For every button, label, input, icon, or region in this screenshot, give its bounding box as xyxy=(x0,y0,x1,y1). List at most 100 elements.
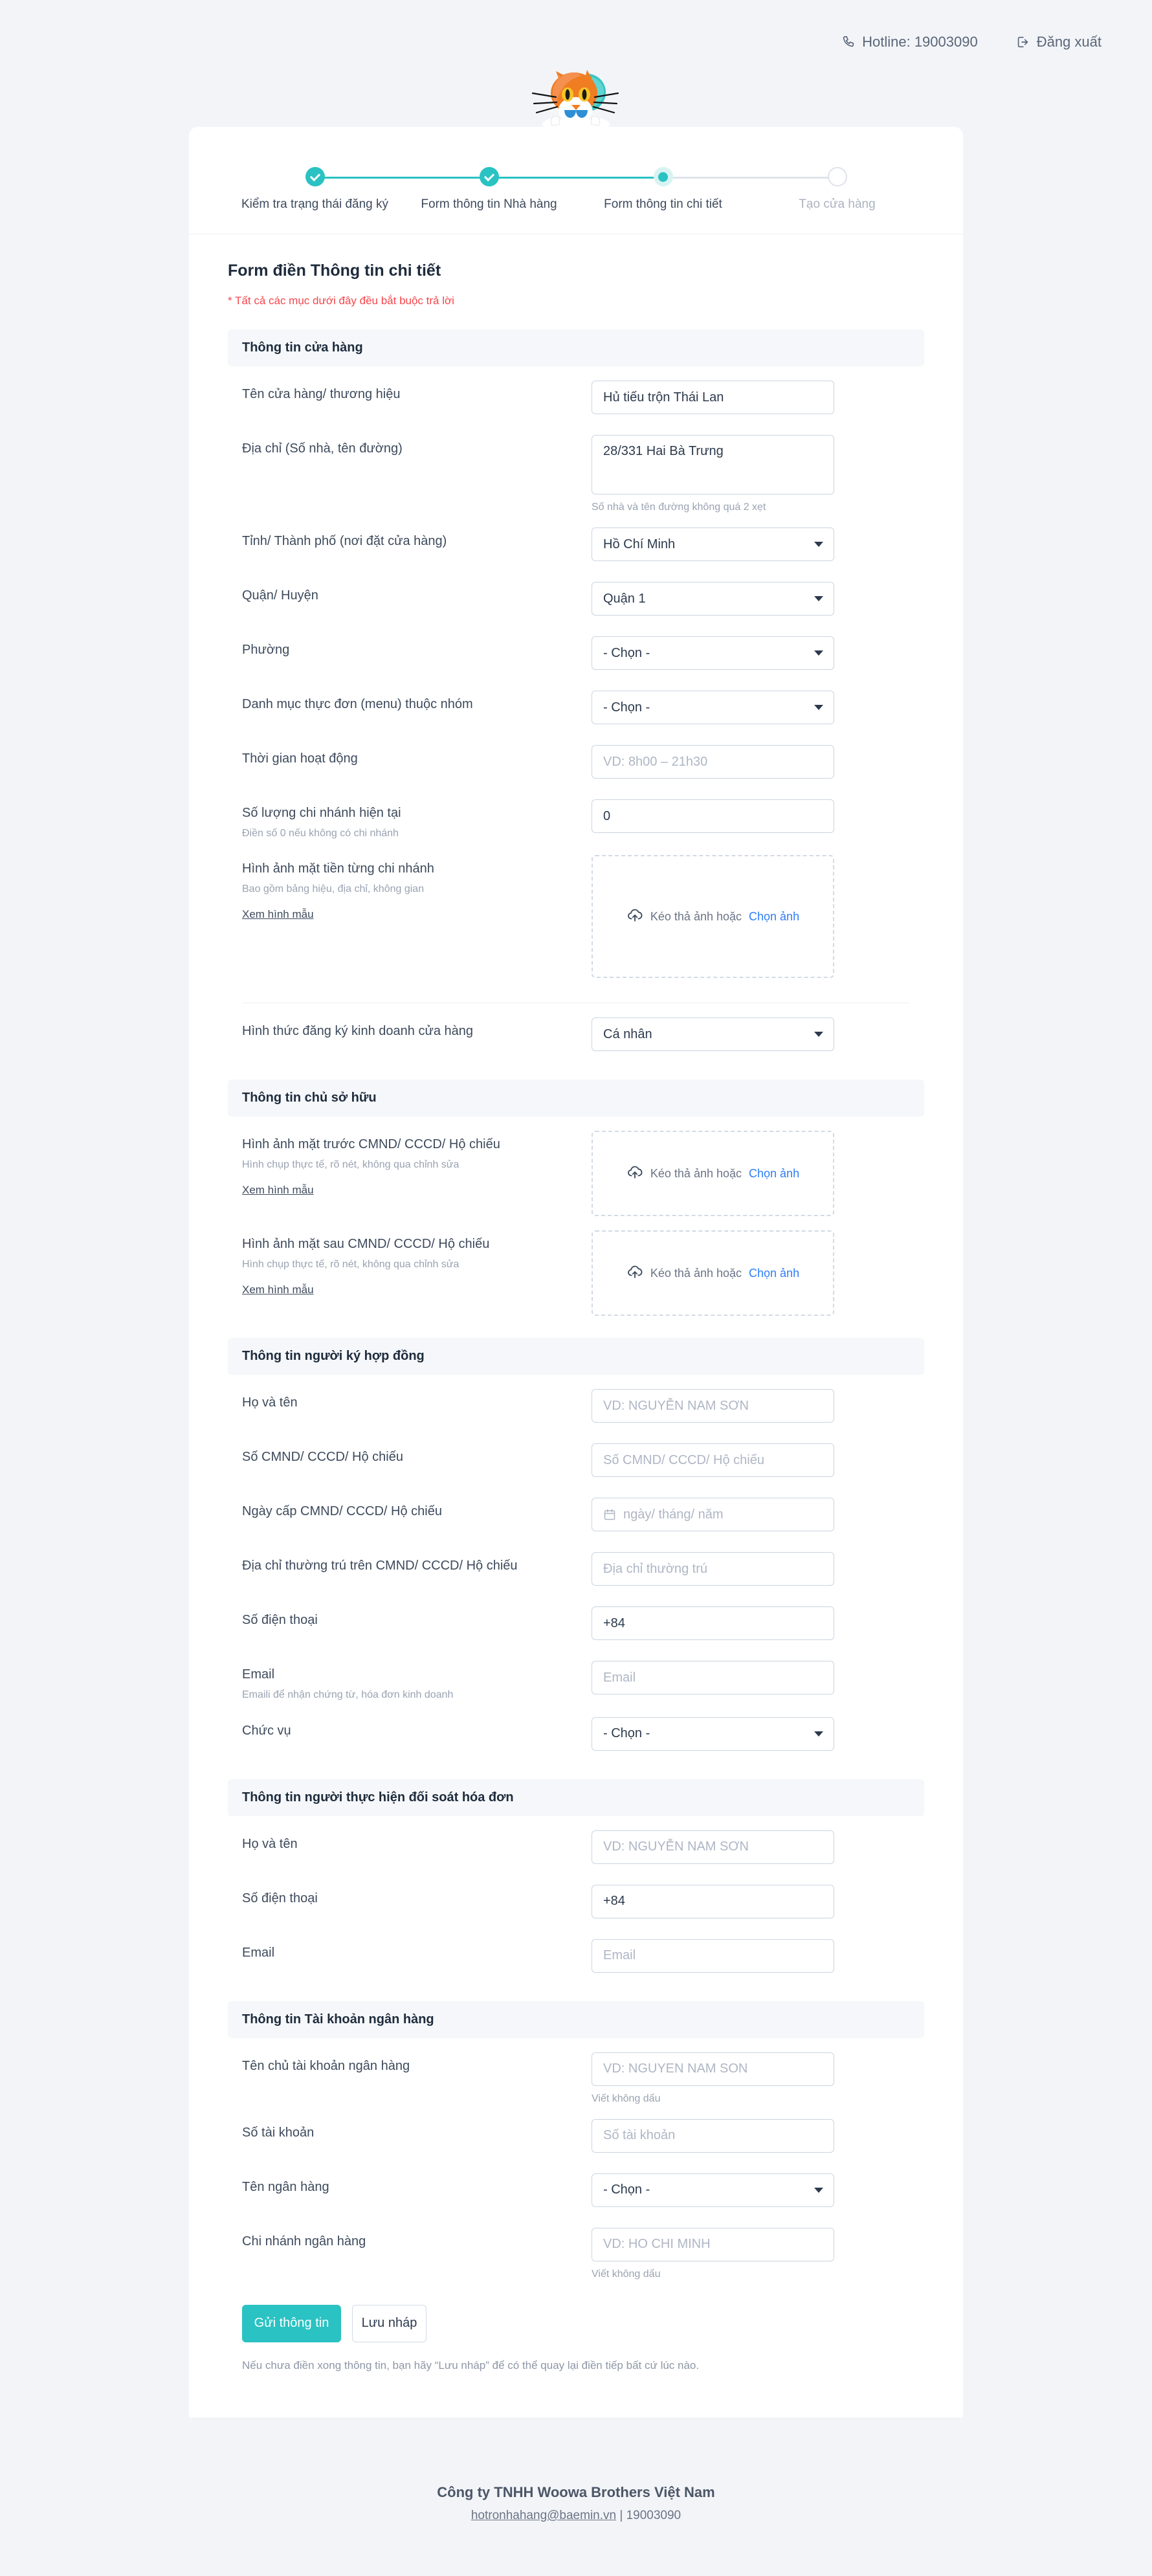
field-label-wrap: Hình ảnh mặt sau CMND/ CCCD/ Hộ chiếu Hì… xyxy=(242,1230,592,1296)
stepper-steps: Kiểm tra trạng thái đăng ký Form thông t… xyxy=(228,167,924,212)
field-row-bank-name: Tên ngân hàng - Chọn - xyxy=(228,2159,924,2214)
stepper-step-4[interactable]: Tạo cửa hàng xyxy=(750,167,924,212)
input-value: Hủ tiếu trộn Thái Lan xyxy=(603,390,724,405)
step-label: Tạo cửa hàng xyxy=(799,197,876,211)
field-label-wrap: Email Emaili để nhận chứng từ, hóa đơn k… xyxy=(242,1661,592,1702)
section-heading-bank: Thông tin Tài khoản ngân hàng xyxy=(228,2001,924,2038)
field-label-wrap: Địa chỉ (Số nhà, tên đường) xyxy=(242,435,592,458)
cloud-upload-icon xyxy=(626,1263,643,1283)
field-label: Số điện thoại xyxy=(242,1891,318,1905)
choose-image-link[interactable]: Chọn ảnh xyxy=(749,1267,799,1280)
field-label: Số lượng chi nhánh hiện tại xyxy=(242,806,401,820)
field-label: Tỉnh/ Thành phố (nơi đặt cửa hàng) xyxy=(242,534,447,548)
stepper-line-2-3 xyxy=(489,177,663,179)
field-control-wrap: +84 xyxy=(592,1606,834,1641)
account-holder-hint: Viết không dấu xyxy=(592,2093,661,2104)
ward-select[interactable]: - Chọn - xyxy=(592,636,834,670)
store-name-input[interactable]: Hủ tiếu trộn Thái Lan xyxy=(592,381,834,414)
bank-branch-input[interactable]: VD: HO CHI MINH xyxy=(592,2227,834,2261)
field-label: Quận/ Huyện xyxy=(242,588,318,603)
select-value: Quận 1 xyxy=(603,591,646,606)
address-hint: Số nhà và tên đường không quá 2 xẹt xyxy=(592,502,766,513)
signer-id-issue-date-input[interactable]: ngày/ tháng/ năm xyxy=(592,1498,834,1532)
input-placeholder: Số CMND/ CCCD/ Hộ chiếu xyxy=(603,1452,764,1467)
field-label-wrap: Tên cửa hàng/ thương hiệu xyxy=(242,381,592,403)
account-holder-input[interactable]: VD: NGUYEN NAM SON xyxy=(592,2052,834,2086)
stepper-step-3[interactable]: Form thông tin chi tiết xyxy=(576,167,750,212)
choose-image-link[interactable]: Chọn ảnh xyxy=(749,1167,799,1181)
business-type-select[interactable]: Cá nhân xyxy=(592,1017,834,1052)
phone-icon xyxy=(841,35,855,49)
field-label: Hình ảnh mặt trước CMND/ CCCD/ Hộ chiếu xyxy=(242,1137,500,1152)
bank-branch-hint: Viết không dấu xyxy=(592,2268,661,2280)
field-row-bank-branch: Chi nhánh ngân hàng VD: HO CHI MINH Viết… xyxy=(228,2214,924,2280)
chevron-down-icon xyxy=(814,2187,823,2193)
logout-item[interactable]: Đăng xuất xyxy=(1015,34,1102,50)
storefront-photo-uploader[interactable]: Kéo thả ảnh hoặc Chọn ảnh xyxy=(592,855,834,979)
field-control-wrap: VD: NGUYEN NAM SON Viết không dấu xyxy=(592,2052,834,2105)
field-row-recon-email: Email Email xyxy=(228,1925,924,1979)
signer-name-input[interactable]: VD: NGUYỄN NAM SƠN xyxy=(592,1389,834,1423)
recon-name-input[interactable]: VD: NGUYỄN NAM SƠN xyxy=(592,1830,834,1864)
stepper-step-2[interactable]: Form thông tin Nhà hàng xyxy=(402,167,576,212)
hotline-item[interactable]: Hotline: 19003090 xyxy=(841,34,978,50)
input-placeholder: VD: HO CHI MINH xyxy=(603,2237,711,2252)
input-placeholder: VD: 8h00 – 21h30 xyxy=(603,754,708,769)
field-row-menu-group: Danh mục thực đơn (menu) thuộc nhóm - Ch… xyxy=(228,676,924,731)
stepper-line-1-2 xyxy=(315,177,489,179)
id-front-uploader[interactable]: Kéo thả ảnh hoặc Chọn ảnh xyxy=(592,1131,834,1217)
field-label-wrap: Tên ngân hàng xyxy=(242,2173,592,2196)
field-row-account-holder: Tên chủ tài khoản ngân hàng VD: NGUYEN N… xyxy=(228,2038,924,2105)
view-sample-link[interactable]: Xem hình mẫu xyxy=(242,908,314,921)
input-placeholder: VD: NGUYỄN NAM SƠN xyxy=(603,1398,749,1413)
stepper-step-1[interactable]: Kiểm tra trạng thái đăng ký xyxy=(228,167,402,212)
field-row-storefront-photo: Hình ảnh mặt tiền từng chi nhánh Bao gồm… xyxy=(228,841,924,979)
signer-permanent-address-input[interactable]: Địa chỉ thường trú xyxy=(592,1552,834,1586)
calendar-icon xyxy=(603,1508,616,1521)
field-label-wrap: Số điện thoại xyxy=(242,1606,592,1629)
field-control-wrap: +84 xyxy=(592,1884,834,1918)
id-back-uploader[interactable]: Kéo thả ảnh hoặc Chọn ảnh xyxy=(592,1230,834,1316)
save-draft-button[interactable]: Lưu nháp xyxy=(352,2304,426,2342)
district-select[interactable]: Quận 1 xyxy=(592,582,834,616)
footer-email-link[interactable]: hotronhahang@baemin.vn xyxy=(471,2509,616,2522)
choose-image-link[interactable]: Chọn ảnh xyxy=(749,910,799,924)
select-value: - Chọn - xyxy=(603,1726,650,1741)
field-row-address: Địa chỉ (Số nhà, tên đường) 28/331 Hai B… xyxy=(228,421,924,513)
field-label: Chức vụ xyxy=(242,1723,291,1738)
field-label: Phường xyxy=(242,643,290,657)
stepper-line-3-4 xyxy=(663,177,837,179)
view-sample-link[interactable]: Xem hình mẫu xyxy=(242,1184,314,1197)
top-bar: Hotline: 19003090 Đăng xuất xyxy=(0,0,1152,84)
bank-name-select[interactable]: - Chọn - xyxy=(592,2173,834,2207)
branch-count-input[interactable]: 0 xyxy=(592,799,834,833)
signer-position-select[interactable]: - Chọn - xyxy=(592,1716,834,1751)
signer-id-number-input[interactable]: Số CMND/ CCCD/ Hộ chiếu xyxy=(592,1443,834,1478)
hours-input[interactable]: VD: 8h00 – 21h30 xyxy=(592,745,834,779)
cloud-upload-icon xyxy=(626,1164,643,1184)
account-number-input[interactable]: Số tài khoản xyxy=(592,2118,834,2153)
view-sample-link[interactable]: Xem hình mẫu xyxy=(242,1283,314,1296)
submit-button[interactable]: Gửi thông tin xyxy=(242,2304,341,2342)
chevron-down-icon xyxy=(814,542,823,547)
recon-email-input[interactable]: Email xyxy=(592,1938,834,1973)
field-label: Số điện thoại xyxy=(242,1613,318,1628)
actions-note: Nếu chưa điền xong thông tin, bạn hãy “L… xyxy=(242,2359,700,2371)
address-input[interactable]: 28/331 Hai Bà Trưng xyxy=(592,435,834,494)
field-label: Địa chỉ thường trú trên CMND/ CCCD/ Hộ c… xyxy=(242,1559,518,1573)
footer-company-name: Công ty TNHH Woowa Brothers Việt Nam xyxy=(437,2484,715,2500)
recon-phone-input[interactable]: +84 xyxy=(592,1884,834,1918)
field-label: Số CMND/ CCCD/ Hộ chiếu xyxy=(242,1450,403,1465)
field-label-wrap: Họ và tên xyxy=(242,1389,592,1412)
field-label: Danh mục thực đơn (menu) thuộc nhóm xyxy=(242,697,473,711)
field-row-district: Quận/ Huyện Quận 1 xyxy=(228,568,924,622)
field-row-city: Tỉnh/ Thành phố (nơi đặt cửa hàng) Hồ Ch… xyxy=(228,513,924,568)
city-select[interactable]: Hồ Chí Minh xyxy=(592,527,834,561)
signer-phone-input[interactable]: +84 xyxy=(592,1606,834,1641)
field-control-wrap: Email xyxy=(592,1938,834,1973)
signer-email-input[interactable]: Email xyxy=(592,1661,834,1695)
section-heading-signer: Thông tin người ký hợp đồng xyxy=(228,1338,924,1375)
menu-group-select[interactable]: - Chọn - xyxy=(592,691,834,724)
field-label-wrap: Số điện thoại xyxy=(242,1885,592,1907)
section-heading-owner: Thông tin chủ sở hữu xyxy=(228,1080,924,1117)
